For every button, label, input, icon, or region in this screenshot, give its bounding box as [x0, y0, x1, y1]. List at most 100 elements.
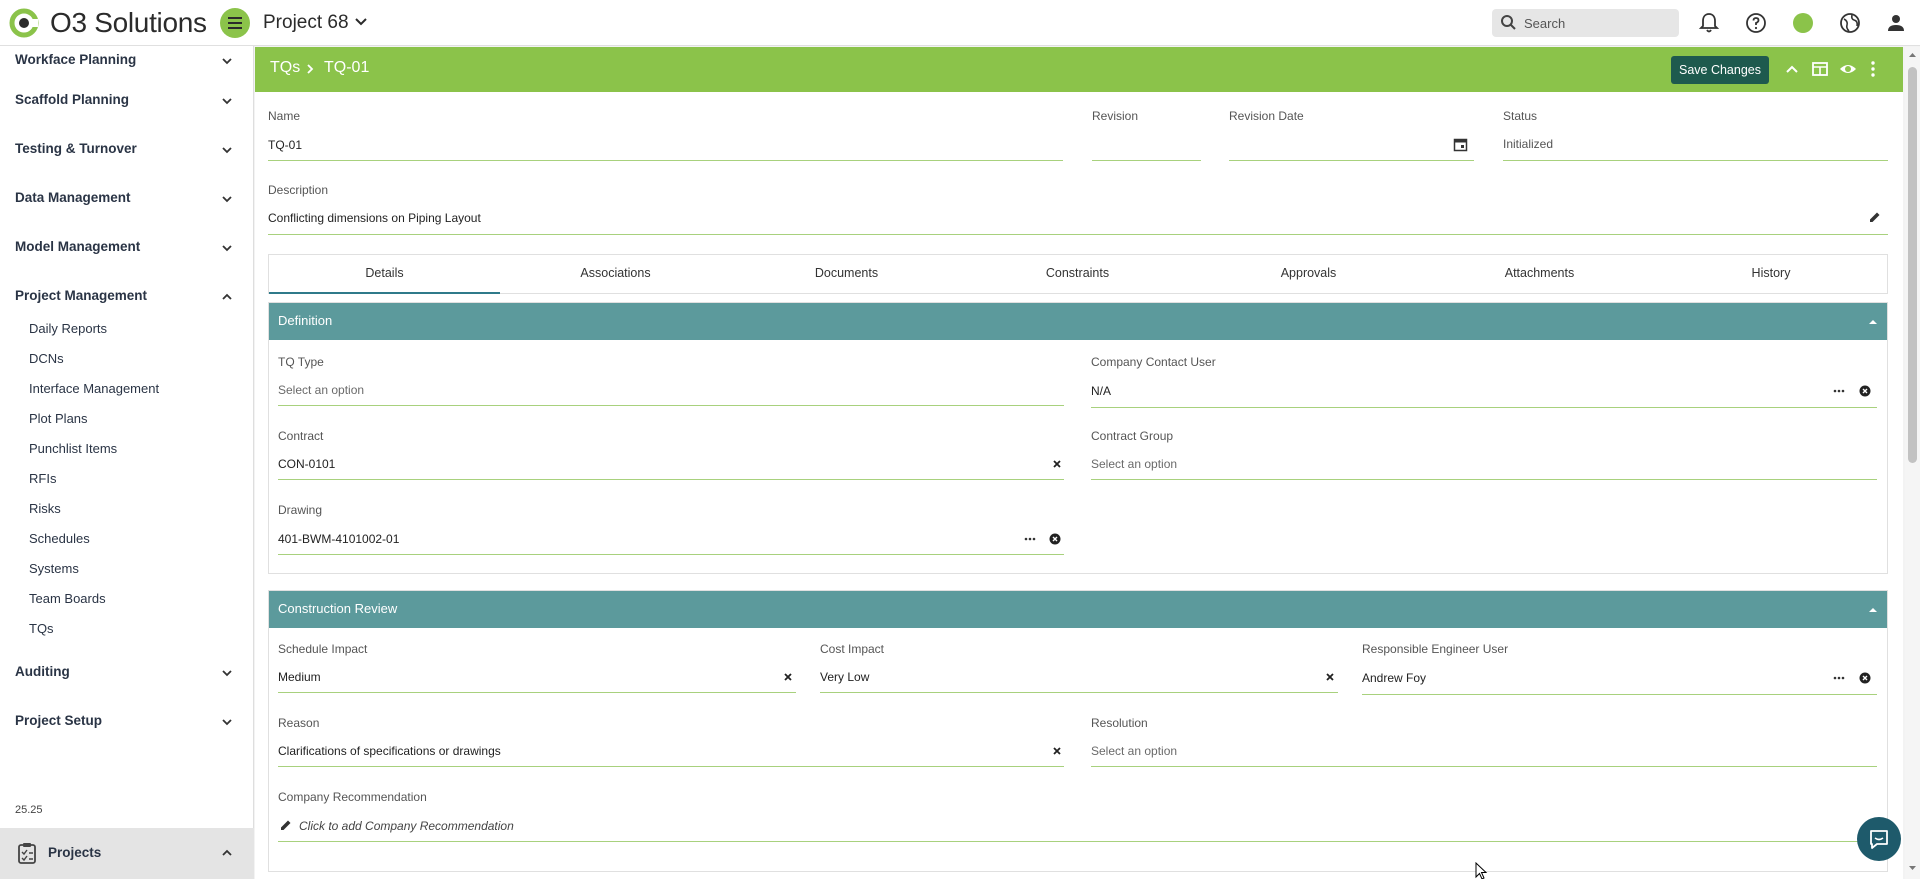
tab-documents[interactable]: Documents — [731, 255, 962, 294]
sidebar-section-model-management[interactable]: Model Management — [0, 233, 254, 263]
main-menu-button[interactable] — [220, 8, 250, 38]
company-contact-field[interactable]: N/A — [1091, 384, 1111, 398]
company-recommendation-field[interactable]: Click to add Company Recommendation — [299, 819, 514, 833]
sidebar-section-project-management[interactable]: Project Management — [0, 282, 254, 312]
contract-group-select[interactable]: Select an option — [1091, 457, 1177, 471]
chevron-up-icon[interactable] — [1782, 59, 1802, 79]
construction-review-card-header[interactable]: Construction Review — [269, 591, 1887, 628]
drawing-field[interactable]: 401-BWM-4101002-01 — [278, 532, 399, 546]
hamburger-icon — [228, 17, 242, 29]
tab-details[interactable]: Details — [269, 255, 500, 294]
close-icon[interactable] — [782, 671, 794, 683]
resolution-select[interactable]: Select an option — [1091, 744, 1177, 758]
company-contact-underline — [1091, 407, 1877, 408]
chevron-down-icon — [222, 245, 232, 252]
drawing-label: Drawing — [278, 503, 323, 517]
revision-underline — [1092, 160, 1201, 161]
close-icon[interactable] — [1051, 745, 1063, 757]
sidebar-item-risks[interactable]: Risks — [29, 501, 61, 521]
sidebar-section-label: Scaffold Planning — [15, 92, 130, 107]
sidebar-section-testing-turnover[interactable]: Testing & Turnover — [0, 135, 254, 165]
contract-underline — [278, 479, 1064, 480]
search-box[interactable] — [1492, 9, 1679, 37]
search-input[interactable] — [1524, 13, 1669, 33]
scroll-down-arrow-icon[interactable] — [1908, 864, 1917, 872]
tab-history[interactable]: History — [1655, 255, 1887, 294]
tab-approvals[interactable]: Approvals — [1193, 255, 1424, 294]
sidebar-item-punchlist-items[interactable]: Punchlist Items — [29, 441, 117, 461]
user-account-icon[interactable] — [1884, 11, 1908, 35]
projects-panel-toggle[interactable]: Projects — [0, 828, 254, 879]
name-field[interactable]: TQ-01 — [268, 138, 302, 152]
schedule-impact-label: Schedule Impact — [278, 642, 368, 656]
sidebar-item-plot-plans[interactable]: Plot Plans — [29, 411, 88, 431]
sidebar-item-systems[interactable]: Systems — [29, 561, 79, 581]
globe-icon[interactable] — [1838, 11, 1862, 35]
sidebar-item-daily-reports[interactable]: Daily Reports — [29, 321, 107, 341]
sidebar-section-project-setup[interactable]: Project Setup — [0, 707, 254, 737]
cost-impact-field[interactable]: Very Low — [820, 670, 869, 684]
chat-launcher-button[interactable] — [1857, 817, 1901, 861]
sidebar-section-data-management[interactable]: Data Management — [0, 184, 254, 214]
edit-pencil-icon[interactable] — [1869, 211, 1881, 223]
sidebar-item-team-boards[interactable]: Team Boards — [29, 591, 106, 611]
eye-icon[interactable] — [1838, 59, 1858, 79]
contract-group-underline — [1091, 479, 1877, 480]
edit-pencil-icon[interactable] — [280, 819, 292, 831]
name-label: Name — [268, 109, 301, 123]
scrollbar-thumb[interactable] — [1908, 67, 1917, 463]
close-icon[interactable] — [1324, 671, 1336, 683]
sidebar-item-dcns[interactable]: DCNs — [29, 351, 64, 371]
main-scrollbar[interactable] — [1905, 47, 1920, 879]
sidebar-item-schedules[interactable]: Schedules — [29, 531, 90, 551]
responsible-engineer-label: Responsible Engineer User — [1362, 642, 1509, 656]
layout-icon[interactable] — [1810, 59, 1830, 79]
sidebar-section-workface-planning[interactable]: Workface Planning — [0, 46, 254, 76]
definition-card-header[interactable]: Definition — [269, 303, 1887, 340]
sidebar-item-rfis[interactable]: RFIs — [29, 471, 56, 491]
clear-circle-icon[interactable] — [1859, 385, 1871, 397]
sidebar-section-label: Testing & Turnover — [15, 141, 137, 156]
project-selector[interactable]: Project 68 — [263, 12, 349, 34]
help-icon[interactable] — [1744, 11, 1768, 35]
more-horizontal-icon[interactable] — [1833, 672, 1845, 684]
more-horizontal-icon[interactable] — [1024, 533, 1036, 545]
sidebar-section-scaffold-planning[interactable]: Scaffold Planning — [0, 86, 254, 116]
breadcrumb-current: TQ-01 — [324, 59, 370, 76]
reason-field[interactable]: Clarifications of specifications or draw… — [278, 744, 501, 758]
more-vertical-icon[interactable] — [1863, 59, 1883, 79]
sidebar-section-auditing[interactable]: Auditing — [0, 658, 254, 688]
online-status-icon[interactable] — [1793, 13, 1813, 33]
more-horizontal-icon[interactable] — [1833, 385, 1845, 397]
bell-icon[interactable] — [1697, 11, 1721, 35]
calendar-icon[interactable] — [1453, 137, 1468, 152]
save-changes-button[interactable]: Save Changes — [1671, 56, 1769, 84]
close-icon[interactable] — [1051, 458, 1063, 470]
projects-label: Projects — [48, 845, 102, 860]
description-field[interactable]: Conflicting dimensions on Piping Layout — [268, 211, 481, 225]
chevron-up-icon — [1869, 320, 1877, 324]
breadcrumb-tqs[interactable]: TQs — [270, 59, 300, 77]
chevron-down-icon[interactable] — [354, 16, 368, 28]
clear-circle-icon[interactable] — [1859, 672, 1871, 684]
reason-underline — [278, 766, 1064, 767]
chat-icon — [1870, 830, 1888, 849]
tq-type-select[interactable]: Select an option — [278, 383, 364, 397]
tab-constraints[interactable]: Constraints — [962, 255, 1193, 294]
responsible-engineer-field[interactable]: Andrew Foy — [1362, 671, 1426, 685]
status-underline — [1503, 160, 1888, 161]
sidebar-item-tqs[interactable]: TQs — [29, 621, 54, 641]
sidebar-section-label: Project Management — [15, 288, 148, 303]
revision-label: Revision — [1092, 109, 1139, 123]
company-recommendation-underline — [278, 841, 1877, 842]
contract-field[interactable]: CON-0101 — [278, 457, 335, 471]
tab-associations[interactable]: Associations — [500, 255, 731, 294]
sidebar-item-interface-management[interactable]: Interface Management — [29, 381, 159, 401]
clear-circle-icon[interactable] — [1049, 533, 1061, 545]
tab-attachments[interactable]: Attachments — [1424, 255, 1655, 294]
chevron-down-icon — [222, 147, 232, 154]
schedule-impact-field[interactable]: Medium — [278, 670, 321, 684]
description-underline — [268, 234, 1888, 235]
main-content: Name TQ-01 Revision Revision Date Status… — [255, 92, 1903, 879]
scroll-up-arrow-icon[interactable] — [1908, 51, 1917, 59]
